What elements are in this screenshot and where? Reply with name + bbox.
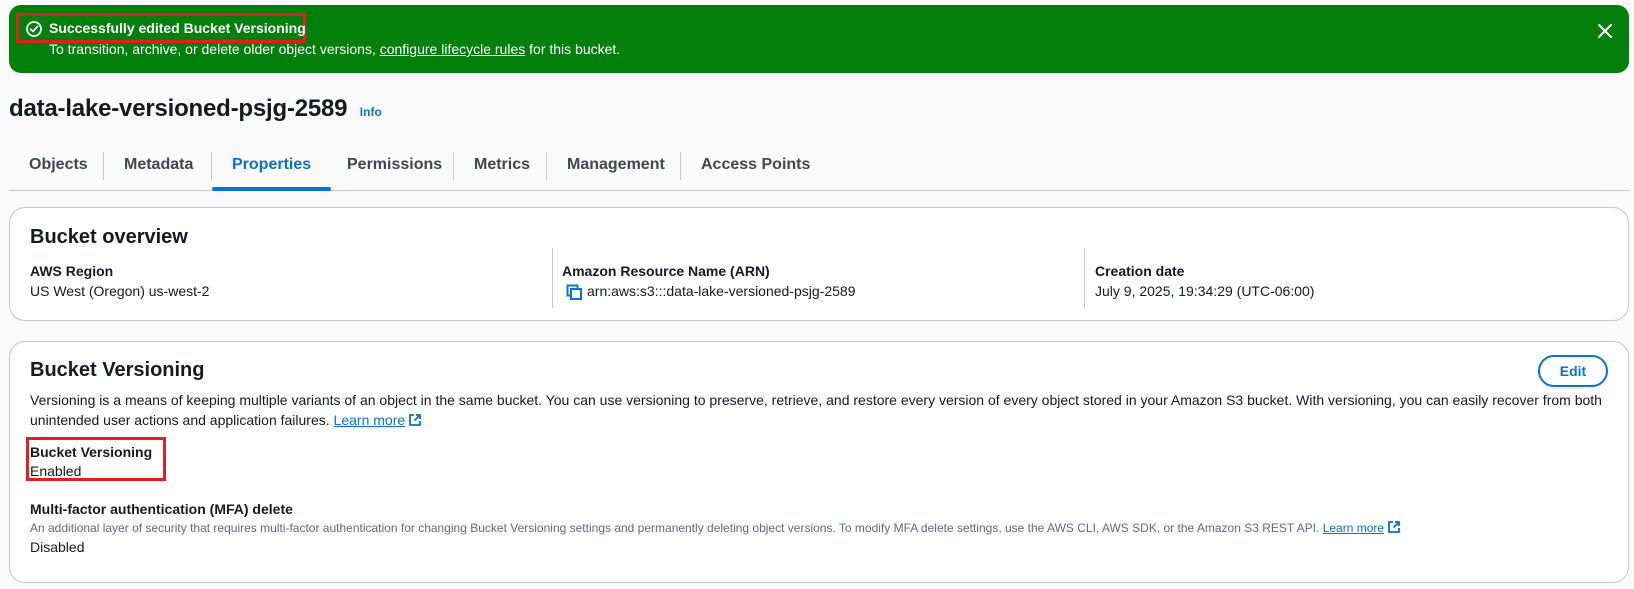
tab-properties[interactable]: Properties — [212, 148, 332, 191]
page-title: data-lake-versioned-psjg-2589 — [9, 95, 348, 122]
flash-title: Successfully edited Bucket Versioning — [49, 20, 306, 36]
learn-more-link[interactable]: Learn more — [334, 412, 423, 428]
mfa-delete-description: An additional layer of security that req… — [30, 520, 1401, 535]
tab-metrics[interactable]: Metrics — [454, 148, 550, 190]
mfa-learn-more-text: Learn more — [1322, 521, 1385, 535]
mfa-delete-label: Multi-factor authentication (MFA) delete — [30, 501, 293, 517]
bucket-overview-title: Bucket overview — [30, 226, 188, 248]
versioning-description: Versioning is a means of keeping multipl… — [30, 390, 1610, 430]
info-link[interactable]: Info — [360, 105, 382, 119]
page-header: data-lake-versioned-psjg-2589 Info — [9, 95, 382, 123]
versioning-description-text: Versioning is a means of keeping multipl… — [30, 392, 1602, 428]
versioning-status-value: Enabled — [30, 463, 82, 479]
mfa-learn-more-link[interactable]: Learn more — [1323, 521, 1401, 535]
column-divider — [1084, 248, 1085, 308]
tab-permissions[interactable]: Permissions — [327, 148, 462, 190]
creation-date-value: July 9, 2025, 19:34:29 (UTC-06:00) — [1095, 283, 1315, 299]
close-icon[interactable] — [1595, 21, 1615, 41]
configure-lifecycle-rules-link[interactable]: configure lifecycle rules — [380, 41, 526, 57]
versioning-status-label: Bucket Versioning — [30, 444, 153, 460]
success-flash-banner: Successfully edited Bucket Versioning To… — [9, 5, 1629, 73]
bucket-versioning-title: Bucket Versioning — [30, 359, 205, 381]
bucket-overview-card: Bucket overview AWS Region US West (Oreg… — [9, 207, 1629, 321]
arn-label: Amazon Resource Name (ARN) — [562, 263, 770, 279]
edit-button[interactable]: Edit — [1538, 355, 1608, 387]
flash-message-suffix: for this bucket. — [529, 41, 621, 57]
arn-value: arn:aws:s3:::data-lake-versioned-psjg-25… — [587, 283, 856, 299]
tab-objects[interactable]: Objects — [9, 148, 108, 190]
bucket-versioning-card: Bucket Versioning Edit Versioning is a m… — [9, 341, 1629, 583]
region-value: US West (Oregon) us-west-2 — [30, 283, 210, 299]
column-divider — [552, 248, 553, 308]
external-link-icon — [1388, 521, 1400, 533]
tab-metadata[interactable]: Metadata — [104, 148, 213, 190]
flash-message: To transition, archive, or delete older … — [49, 41, 620, 57]
learn-more-text: Learn more — [333, 412, 406, 428]
tab-management[interactable]: Management — [547, 148, 685, 190]
region-label: AWS Region — [30, 263, 114, 279]
copy-icon[interactable] — [566, 284, 582, 300]
success-check-circle-icon — [26, 21, 42, 37]
tab-access-points[interactable]: Access Points — [681, 148, 830, 190]
creation-date-label: Creation date — [1095, 263, 1185, 279]
tab-bar: Objects Metadata Properties Permissions … — [9, 148, 1629, 191]
mfa-delete-description-text: An additional layer of security that req… — [30, 521, 1320, 535]
mfa-delete-value: Disabled — [30, 539, 85, 555]
flash-message-prefix: To transition, archive, or delete older … — [49, 41, 376, 57]
external-link-icon — [409, 414, 422, 426]
